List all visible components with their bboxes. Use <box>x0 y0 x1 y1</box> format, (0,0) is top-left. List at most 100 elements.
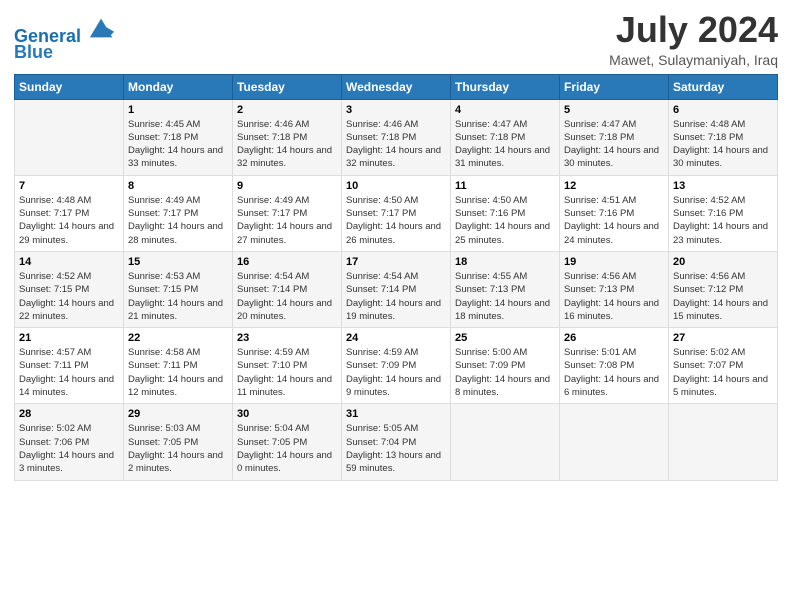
cell-info: Sunrise: 4:52 AMSunset: 7:15 PMDaylight:… <box>19 270 119 323</box>
column-header-tuesday: Tuesday <box>233 74 342 99</box>
day-number: 26 <box>564 332 664 344</box>
day-number: 16 <box>237 256 337 268</box>
page-header: General Blue July 2024 Mawet, Sulaymaniy… <box>14 10 778 68</box>
day-number: 31 <box>346 408 446 420</box>
cell-info: Sunrise: 4:46 AMSunset: 7:18 PMDaylight:… <box>237 118 337 171</box>
day-number: 29 <box>128 408 228 420</box>
calendar-cell <box>451 404 560 480</box>
day-number: 27 <box>673 332 773 344</box>
calendar-week-row: 7 Sunrise: 4:48 AMSunset: 7:17 PMDaylight… <box>15 175 778 251</box>
day-number: 22 <box>128 332 228 344</box>
cell-info: Sunrise: 4:49 AMSunset: 7:17 PMDaylight:… <box>237 194 337 247</box>
calendar-cell: 6Sunrise: 4:48 AMSunset: 7:18 PMDaylight… <box>669 99 778 175</box>
cell-info: Sunrise: 4:59 AMSunset: 7:09 PMDaylight:… <box>346 346 446 399</box>
cell-info: Sunrise: 4:49 AMSunset: 7:17 PMDaylight:… <box>128 194 228 247</box>
calendar-cell: 31 Sunrise: 5:05 AMSunset: 7:04 PMDayligh… <box>342 404 451 480</box>
calendar-cell: 1Sunrise: 4:45 AMSunset: 7:18 PMDaylight… <box>124 99 233 175</box>
cell-info: Sunrise: 4:57 AMSunset: 7:11 PMDaylight:… <box>19 346 119 399</box>
day-number: 5 <box>564 104 664 116</box>
day-number: 15 <box>128 256 228 268</box>
calendar-cell: 8Sunrise: 4:49 AMSunset: 7:17 PMDaylight… <box>124 175 233 251</box>
calendar-cell: 16 Sunrise: 4:54 AMSunset: 7:14 PMDayligh… <box>233 251 342 327</box>
cell-info: Sunrise: 4:50 AMSunset: 7:16 PMDaylight:… <box>455 194 555 247</box>
calendar-cell: 22 Sunrise: 4:58 AMSunset: 7:11 PMDayligh… <box>124 328 233 404</box>
day-number: 25 <box>455 332 555 344</box>
cell-info: Sunrise: 5:02 AMSunset: 7:06 PMDaylight:… <box>19 422 119 475</box>
calendar-cell: 15 Sunrise: 4:53 AMSunset: 7:15 PMDayligh… <box>124 251 233 327</box>
calendar-cell: 20 Sunrise: 4:56 AMSunset: 7:12 PMDayligh… <box>669 251 778 327</box>
calendar-cell: 3 Sunrise: 4:46 AMSunset: 7:18 PMDaylight… <box>342 99 451 175</box>
cell-info: Sunrise: 4:52 AMSunset: 7:16 PMDaylight:… <box>673 194 773 247</box>
title-block: July 2024 Mawet, Sulaymaniyah, Iraq <box>609 10 778 68</box>
calendar-table: SundayMondayTuesdayWednesdayThursdayFrid… <box>14 74 778 481</box>
cell-info: Sunrise: 4:48 AMSunset: 7:18 PMDaylight:… <box>673 118 773 171</box>
cell-info: Sunrise: 5:00 AMSunset: 7:09 PMDaylight:… <box>455 346 555 399</box>
cell-info: Sunrise: 4:58 AMSunset: 7:11 PMDaylight:… <box>128 346 228 399</box>
calendar-cell <box>669 404 778 480</box>
cell-info: Sunrise: 5:03 AMSunset: 7:05 PMDaylight:… <box>128 422 228 475</box>
day-number: 30 <box>237 408 337 420</box>
calendar-cell: 19Sunrise: 4:56 AMSunset: 7:13 PMDayligh… <box>560 251 669 327</box>
day-number: 21 <box>19 332 119 344</box>
day-number: 3 <box>346 104 446 116</box>
cell-info: Sunrise: 4:47 AMSunset: 7:18 PMDaylight:… <box>455 118 555 171</box>
calendar-week-row: 28 Sunrise: 5:02 AMSunset: 7:06 PMDayligh… <box>15 404 778 480</box>
calendar-cell: 21 Sunrise: 4:57 AMSunset: 7:11 PMDayligh… <box>15 328 124 404</box>
calendar-cell: 9 Sunrise: 4:49 AMSunset: 7:17 PMDaylight… <box>233 175 342 251</box>
day-number: 13 <box>673 180 773 192</box>
calendar-cell: 17Sunrise: 4:54 AMSunset: 7:14 PMDayligh… <box>342 251 451 327</box>
day-number: 7 <box>19 180 119 192</box>
cell-info: Sunrise: 4:46 AMSunset: 7:18 PMDaylight:… <box>346 118 446 171</box>
calendar-cell: 23 Sunrise: 4:59 AMSunset: 7:10 PMDayligh… <box>233 328 342 404</box>
cell-info: Sunrise: 4:51 AMSunset: 7:16 PMDaylight:… <box>564 194 664 247</box>
day-number: 2 <box>237 104 337 116</box>
page-container: General Blue July 2024 Mawet, Sulaymaniy… <box>0 0 792 491</box>
calendar-week-row: 14 Sunrise: 4:52 AMSunset: 7:15 PMDayligh… <box>15 251 778 327</box>
day-number: 11 <box>455 180 555 192</box>
calendar-week-row: 1Sunrise: 4:45 AMSunset: 7:18 PMDaylight… <box>15 99 778 175</box>
calendar-cell: 2 Sunrise: 4:46 AMSunset: 7:18 PMDaylight… <box>233 99 342 175</box>
cell-info: Sunrise: 4:56 AMSunset: 7:12 PMDaylight:… <box>673 270 773 323</box>
day-number: 17 <box>346 256 446 268</box>
calendar-header-row: SundayMondayTuesdayWednesdayThursdayFrid… <box>15 74 778 99</box>
month-year: July 2024 <box>609 10 778 50</box>
calendar-cell <box>560 404 669 480</box>
cell-info: Sunrise: 4:55 AMSunset: 7:13 PMDaylight:… <box>455 270 555 323</box>
calendar-cell: 4Sunrise: 4:47 AMSunset: 7:18 PMDaylight… <box>451 99 560 175</box>
calendar-cell: 27Sunrise: 5:02 AMSunset: 7:07 PMDayligh… <box>669 328 778 404</box>
calendar-cell <box>15 99 124 175</box>
calendar-cell: 28 Sunrise: 5:02 AMSunset: 7:06 PMDayligh… <box>15 404 124 480</box>
logo-icon <box>88 14 116 42</box>
day-number: 10 <box>346 180 446 192</box>
column-header-wednesday: Wednesday <box>342 74 451 99</box>
column-header-saturday: Saturday <box>669 74 778 99</box>
calendar-cell: 30 Sunrise: 5:04 AMSunset: 7:05 PMDayligh… <box>233 404 342 480</box>
column-header-friday: Friday <box>560 74 669 99</box>
logo: General Blue <box>14 14 116 63</box>
cell-info: Sunrise: 4:48 AMSunset: 7:17 PMDaylight:… <box>19 194 119 247</box>
day-number: 23 <box>237 332 337 344</box>
day-number: 12 <box>564 180 664 192</box>
calendar-cell: 7 Sunrise: 4:48 AMSunset: 7:17 PMDaylight… <box>15 175 124 251</box>
calendar-cell: 29 Sunrise: 5:03 AMSunset: 7:05 PMDayligh… <box>124 404 233 480</box>
day-number: 9 <box>237 180 337 192</box>
day-number: 14 <box>19 256 119 268</box>
cell-info: Sunrise: 4:53 AMSunset: 7:15 PMDaylight:… <box>128 270 228 323</box>
cell-info: Sunrise: 4:59 AMSunset: 7:10 PMDaylight:… <box>237 346 337 399</box>
cell-info: Sunrise: 5:05 AMSunset: 7:04 PMDaylight:… <box>346 422 446 475</box>
calendar-cell: 26Sunrise: 5:01 AMSunset: 7:08 PMDayligh… <box>560 328 669 404</box>
calendar-cell: 11 Sunrise: 4:50 AMSunset: 7:16 PMDayligh… <box>451 175 560 251</box>
calendar-cell: 12 Sunrise: 4:51 AMSunset: 7:16 PMDayligh… <box>560 175 669 251</box>
calendar-cell: 5Sunrise: 4:47 AMSunset: 7:18 PMDaylight… <box>560 99 669 175</box>
day-number: 19 <box>564 256 664 268</box>
day-number: 20 <box>673 256 773 268</box>
calendar-cell: 14 Sunrise: 4:52 AMSunset: 7:15 PMDayligh… <box>15 251 124 327</box>
calendar-cell: 18Sunrise: 4:55 AMSunset: 7:13 PMDayligh… <box>451 251 560 327</box>
day-number: 28 <box>19 408 119 420</box>
day-number: 1 <box>128 104 228 116</box>
cell-info: Sunrise: 5:04 AMSunset: 7:05 PMDaylight:… <box>237 422 337 475</box>
calendar-week-row: 21 Sunrise: 4:57 AMSunset: 7:11 PMDayligh… <box>15 328 778 404</box>
cell-info: Sunrise: 4:54 AMSunset: 7:14 PMDaylight:… <box>237 270 337 323</box>
cell-info: Sunrise: 4:50 AMSunset: 7:17 PMDaylight:… <box>346 194 446 247</box>
calendar-cell: 13 Sunrise: 4:52 AMSunset: 7:16 PMDayligh… <box>669 175 778 251</box>
